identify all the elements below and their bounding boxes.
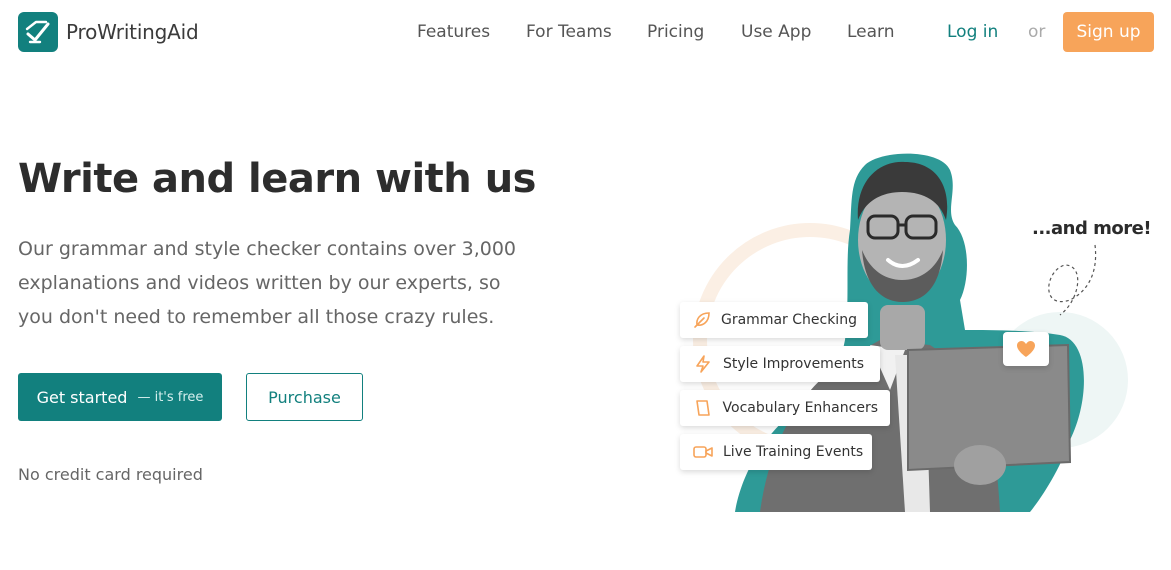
feather-icon: [692, 309, 712, 331]
and-more-text: ...and more!: [1032, 218, 1152, 239]
hero-title: Write and learn with us: [18, 156, 537, 202]
get-started-label: Get started: [36, 387, 128, 407]
heart-badge: [1003, 332, 1049, 366]
heart-icon: [1017, 341, 1035, 357]
logo-icon: [18, 12, 58, 52]
hero-description: Our grammar and style checker contains o…: [18, 238, 517, 328]
logo-text: ProWritingAid: [66, 20, 199, 44]
feature-chip-grammar: Grammar Checking: [680, 302, 868, 338]
login-link[interactable]: Log in: [947, 22, 998, 42]
signup-button[interactable]: Sign up: [1063, 12, 1154, 52]
no-credit-card-note: No credit card required: [18, 465, 203, 484]
nav-or-text: or: [1028, 22, 1046, 42]
get-started-button[interactable]: Get started — it's free: [18, 373, 222, 421]
feature-chip-vocabulary: Vocabulary Enhancers: [680, 390, 890, 426]
feature-chip-label: Style Improvements: [723, 356, 865, 372]
get-started-sublabel: — it's free: [137, 389, 204, 405]
book-icon: [692, 397, 714, 419]
logo-link[interactable]: ProWritingAid: [18, 12, 199, 52]
feature-chip-live-training: Live Training Events: [680, 434, 872, 470]
purchase-button[interactable]: Purchase: [246, 373, 363, 421]
nav-item-for-teams[interactable]: For Teams: [526, 22, 612, 42]
nav-item-learn[interactable]: Learn: [847, 22, 895, 42]
feature-chip-label: Vocabulary Enhancers: [722, 400, 878, 416]
feature-chip-label: Live Training Events: [723, 444, 864, 460]
site-header: ProWritingAid Features For Teams Pricing…: [0, 0, 1171, 64]
feature-chip-style: Style Improvements: [680, 346, 880, 382]
lightning-icon: [692, 353, 714, 375]
nav-item-pricing[interactable]: Pricing: [647, 22, 704, 42]
nav-item-features[interactable]: Features: [417, 22, 490, 42]
feature-chip-label: Grammar Checking: [721, 312, 857, 328]
nav-item-use-app[interactable]: Use App: [741, 22, 811, 42]
video-icon: [692, 441, 714, 463]
